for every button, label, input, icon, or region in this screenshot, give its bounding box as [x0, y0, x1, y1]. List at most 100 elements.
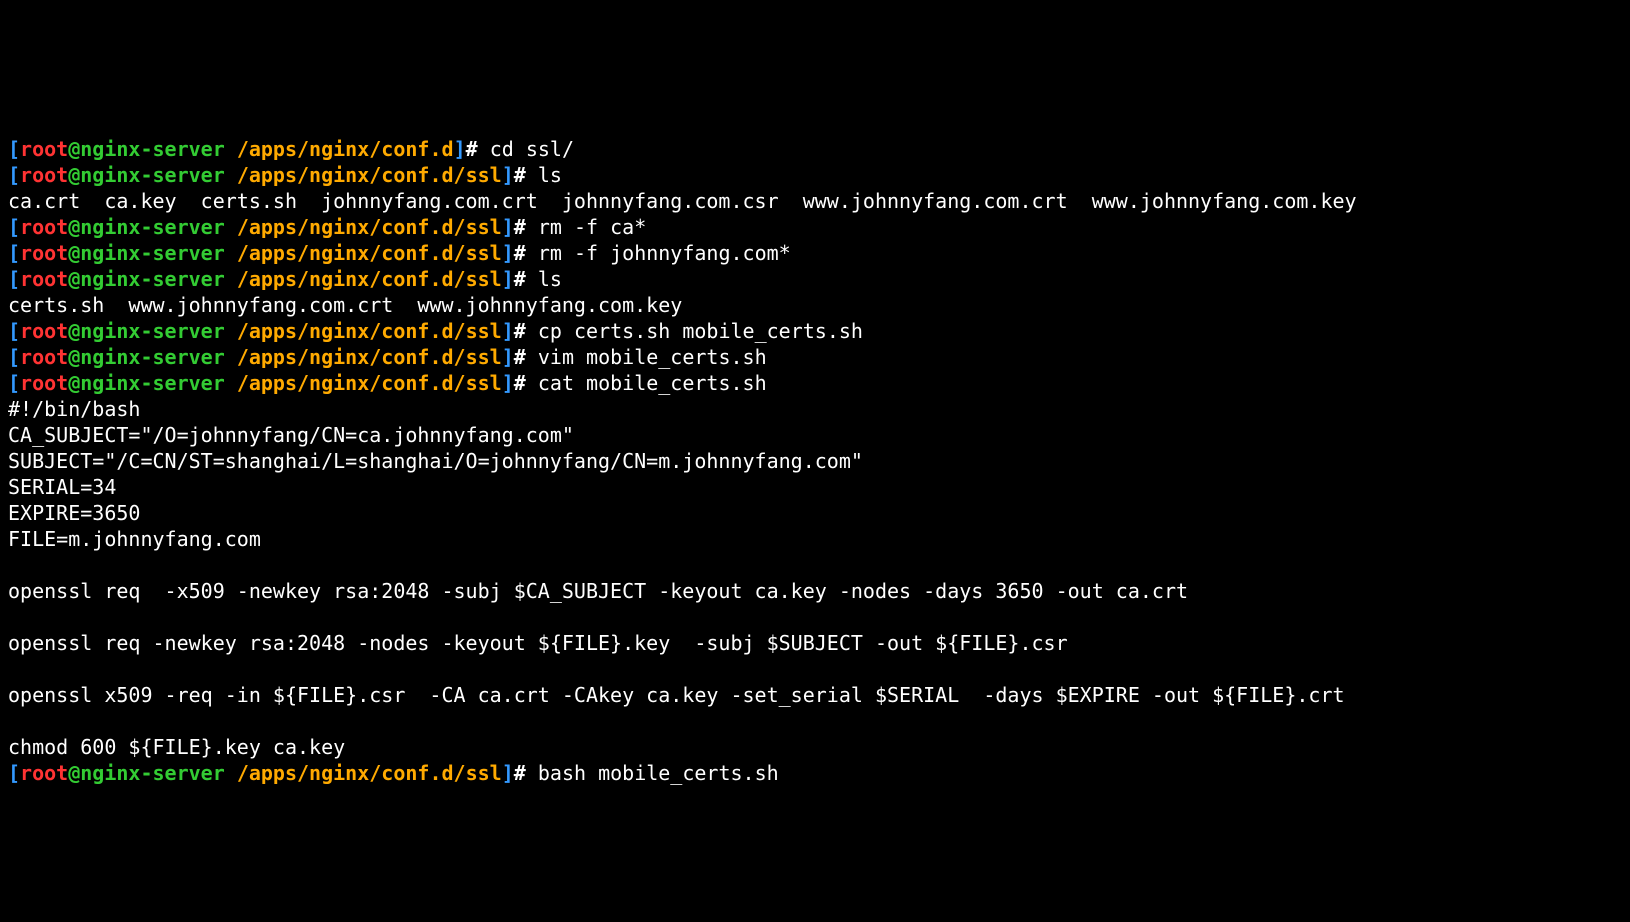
prompt-open-bracket: [ — [8, 137, 20, 161]
prompt-at: @ — [68, 163, 80, 187]
shell-prompt: [root@nginx-server /apps/nginx/conf.d/ss… — [8, 319, 538, 343]
terminal-line: CA_SUBJECT="/O=johnnyfang/CN=ca.johnnyfa… — [8, 422, 1622, 448]
prompt-user: root — [20, 215, 68, 239]
output-text — [8, 605, 20, 629]
prompt-hash: # — [514, 241, 538, 265]
prompt-hash: # — [514, 319, 538, 343]
prompt-open-bracket: [ — [8, 345, 20, 369]
output-text: openssl req -x509 -newkey rsa:2048 -subj… — [8, 579, 1188, 603]
output-text: chmod 600 ${FILE}.key ca.key — [8, 735, 345, 759]
prompt-user: root — [20, 137, 68, 161]
prompt-user: root — [20, 163, 68, 187]
shell-prompt: [root@nginx-server /apps/nginx/conf.d/ss… — [8, 163, 538, 187]
prompt-close-bracket: ] — [502, 267, 514, 291]
prompt-at: @ — [68, 761, 80, 785]
prompt-path: /apps/nginx/conf.d/ssl — [237, 215, 502, 239]
shell-prompt: [root@nginx-server /apps/nginx/conf.d/ss… — [8, 215, 538, 239]
shell-prompt: [root@nginx-server /apps/nginx/conf.d]# — [8, 137, 490, 161]
command-text: cp certs.sh mobile_certs.sh — [538, 319, 863, 343]
prompt-close-bracket: ] — [502, 345, 514, 369]
terminal-line: [root@nginx-server /apps/nginx/conf.d/ss… — [8, 318, 1622, 344]
prompt-user: root — [20, 241, 68, 265]
output-text — [8, 553, 20, 577]
prompt-host: nginx-server — [80, 267, 237, 291]
output-text: SERIAL=34 — [8, 475, 116, 499]
prompt-close-bracket: ] — [502, 761, 514, 785]
terminal-line: SUBJECT="/C=CN/ST=shanghai/L=shanghai/O=… — [8, 448, 1622, 474]
output-text: certs.sh www.johnnyfang.com.crt www.john… — [8, 293, 682, 317]
prompt-hash: # — [514, 215, 538, 239]
prompt-hash: # — [514, 761, 538, 785]
terminal-line: SERIAL=34 — [8, 474, 1622, 500]
terminal-line — [8, 604, 1622, 630]
prompt-close-bracket: ] — [454, 137, 466, 161]
prompt-path: /apps/nginx/conf.d/ssl — [237, 163, 502, 187]
output-text: FILE=m.johnnyfang.com — [8, 527, 261, 551]
prompt-open-bracket: [ — [8, 761, 20, 785]
terminal-line: [root@nginx-server /apps/nginx/conf.d/ss… — [8, 214, 1622, 240]
prompt-host: nginx-server — [80, 345, 237, 369]
prompt-path: /apps/nginx/conf.d — [237, 137, 454, 161]
prompt-at: @ — [68, 241, 80, 265]
terminal-line: openssl req -newkey rsa:2048 -nodes -key… — [8, 630, 1622, 656]
prompt-host: nginx-server — [80, 371, 237, 395]
prompt-at: @ — [68, 137, 80, 161]
output-text: CA_SUBJECT="/O=johnnyfang/CN=ca.johnnyfa… — [8, 423, 574, 447]
terminal-line: [root@nginx-server /apps/nginx/conf.d/ss… — [8, 370, 1622, 396]
terminal-line: [root@nginx-server /apps/nginx/conf.d/ss… — [8, 344, 1622, 370]
terminal[interactable]: [root@nginx-server /apps/nginx/conf.d]# … — [0, 130, 1630, 792]
prompt-host: nginx-server — [80, 241, 237, 265]
command-text: vim mobile_certs.sh — [538, 345, 767, 369]
terminal-line — [8, 656, 1622, 682]
shell-prompt: [root@nginx-server /apps/nginx/conf.d/ss… — [8, 241, 538, 265]
shell-prompt: [root@nginx-server /apps/nginx/conf.d/ss… — [8, 345, 538, 369]
prompt-path: /apps/nginx/conf.d/ssl — [237, 371, 502, 395]
prompt-hash: # — [514, 163, 538, 187]
terminal-line: [root@nginx-server /apps/nginx/conf.d]# … — [8, 136, 1622, 162]
prompt-close-bracket: ] — [502, 319, 514, 343]
prompt-at: @ — [68, 345, 80, 369]
command-text: ls — [538, 267, 562, 291]
prompt-user: root — [20, 319, 68, 343]
terminal-line — [8, 552, 1622, 578]
prompt-close-bracket: ] — [502, 371, 514, 395]
prompt-open-bracket: [ — [8, 215, 20, 239]
terminal-line: [root@nginx-server /apps/nginx/conf.d/ss… — [8, 760, 1622, 786]
prompt-path: /apps/nginx/conf.d/ssl — [237, 345, 502, 369]
shell-prompt: [root@nginx-server /apps/nginx/conf.d/ss… — [8, 371, 538, 395]
prompt-open-bracket: [ — [8, 267, 20, 291]
terminal-line: [root@nginx-server /apps/nginx/conf.d/ss… — [8, 240, 1622, 266]
prompt-host: nginx-server — [80, 215, 237, 239]
prompt-path: /apps/nginx/conf.d/ssl — [237, 319, 502, 343]
prompt-host: nginx-server — [80, 137, 237, 161]
terminal-line: [root@nginx-server /apps/nginx/conf.d/ss… — [8, 162, 1622, 188]
shell-prompt: [root@nginx-server /apps/nginx/conf.d/ss… — [8, 267, 538, 291]
output-text: SUBJECT="/C=CN/ST=shanghai/L=shanghai/O=… — [8, 449, 863, 473]
prompt-user: root — [20, 267, 68, 291]
prompt-close-bracket: ] — [502, 163, 514, 187]
prompt-open-bracket: [ — [8, 163, 20, 187]
terminal-line: FILE=m.johnnyfang.com — [8, 526, 1622, 552]
prompt-hash: # — [466, 137, 490, 161]
prompt-open-bracket: [ — [8, 319, 20, 343]
prompt-user: root — [20, 371, 68, 395]
prompt-at: @ — [68, 267, 80, 291]
terminal-line — [8, 708, 1622, 734]
terminal-line: certs.sh www.johnnyfang.com.crt www.john… — [8, 292, 1622, 318]
prompt-user: root — [20, 345, 68, 369]
shell-prompt: [root@nginx-server /apps/nginx/conf.d/ss… — [8, 761, 538, 785]
command-text: cat mobile_certs.sh — [538, 371, 767, 395]
prompt-host: nginx-server — [80, 319, 237, 343]
terminal-line: ca.crt ca.key certs.sh johnnyfang.com.cr… — [8, 188, 1622, 214]
prompt-at: @ — [68, 319, 80, 343]
prompt-hash: # — [514, 345, 538, 369]
output-text: #!/bin/bash — [8, 397, 140, 421]
output-text: ca.crt ca.key certs.sh johnnyfang.com.cr… — [8, 189, 1357, 213]
prompt-path: /apps/nginx/conf.d/ssl — [237, 267, 502, 291]
prompt-close-bracket: ] — [502, 241, 514, 265]
terminal-line: [root@nginx-server /apps/nginx/conf.d/ss… — [8, 266, 1622, 292]
prompt-path: /apps/nginx/conf.d/ssl — [237, 761, 502, 785]
prompt-host: nginx-server — [80, 163, 237, 187]
terminal-line: #!/bin/bash — [8, 396, 1622, 422]
prompt-hash: # — [514, 267, 538, 291]
